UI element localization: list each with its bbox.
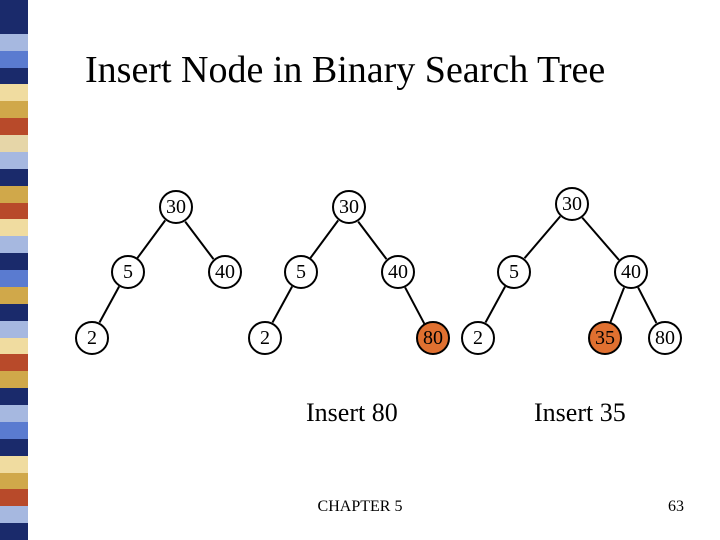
tree-node: 40: [614, 255, 648, 289]
stripe-segment: [0, 118, 28, 135]
tree-edge: [637, 287, 657, 324]
stripe-segment: [0, 388, 28, 405]
tree-node-label: 40: [215, 261, 235, 284]
stripe-segment: [0, 68, 28, 85]
tree-node-label: 30: [562, 193, 582, 216]
tree-node: 30: [159, 190, 193, 224]
tree-edge: [309, 219, 338, 258]
tree-edge: [404, 287, 425, 324]
tree-node-label: 5: [296, 261, 306, 284]
tree-edge: [271, 286, 292, 323]
stripe-segment: [0, 236, 28, 253]
stripe-segment: [0, 17, 28, 34]
tree-node: 30: [555, 187, 589, 221]
stripe-segment: [0, 0, 28, 17]
tree-caption: Insert 35: [534, 398, 626, 428]
footer-chapter: CHAPTER 5: [0, 498, 720, 516]
stripe-segment: [0, 101, 28, 118]
tree-node-label: 40: [388, 261, 408, 284]
tree-node-label: 35: [595, 327, 615, 350]
tree-node: 2: [461, 321, 495, 355]
tree-node-label: 30: [339, 196, 359, 219]
tree-node-label: 2: [260, 327, 270, 350]
tree-node-label: 30: [166, 196, 186, 219]
tree-node: 2: [75, 321, 109, 355]
stripe-segment: [0, 203, 28, 220]
tree-node: 5: [111, 255, 145, 289]
tree-node-label: 80: [423, 327, 443, 350]
stripe-segment: [0, 338, 28, 355]
stripe-segment: [0, 321, 28, 338]
tree-node: 5: [497, 255, 531, 289]
stripe-segment: [0, 422, 28, 439]
tree-node: 2: [248, 321, 282, 355]
tree-node: 40: [208, 255, 242, 289]
tree-edge: [185, 221, 215, 260]
tree-node-label: 5: [509, 261, 519, 284]
tree-edge: [98, 286, 119, 323]
tree-edge: [582, 217, 620, 261]
stripe-segment: [0, 439, 28, 456]
tree-node-label: 5: [123, 261, 133, 284]
tree-node: 30: [332, 190, 366, 224]
tree-node: 35: [588, 321, 622, 355]
tree-node-label: 80: [655, 327, 675, 350]
stripe-segment: [0, 169, 28, 186]
stripe-segment: [0, 456, 28, 473]
tree-node: 40: [381, 255, 415, 289]
tree-edge: [523, 216, 560, 259]
stripe-segment: [0, 270, 28, 287]
tree-edge: [136, 219, 165, 258]
stripe-segment: [0, 354, 28, 371]
stripe-segment: [0, 253, 28, 270]
stripe-segment: [0, 152, 28, 169]
tree-caption: Insert 80: [306, 398, 398, 428]
stripe-segment: [0, 371, 28, 388]
tree-edge: [484, 286, 505, 323]
tree-edge: [609, 287, 624, 322]
tree-node-label: 2: [87, 327, 97, 350]
decorative-stripe-bar: [0, 0, 28, 540]
tree-node-label: 40: [621, 261, 641, 284]
stripe-segment: [0, 186, 28, 203]
tree-node: 80: [416, 321, 450, 355]
tree-node: 5: [284, 255, 318, 289]
stripe-segment: [0, 84, 28, 101]
tree-edge: [358, 221, 388, 260]
stripe-segment: [0, 523, 28, 540]
tree-node: 80: [648, 321, 682, 355]
stripe-segment: [0, 304, 28, 321]
stripe-segment: [0, 405, 28, 422]
stripe-segment: [0, 287, 28, 304]
stripe-segment: [0, 135, 28, 152]
stripe-segment: [0, 34, 28, 51]
slide-title: Insert Node in Binary Search Tree: [85, 48, 605, 92]
stripe-segment: [0, 219, 28, 236]
tree-node-label: 2: [473, 327, 483, 350]
footer-page-number: 63: [668, 498, 684, 516]
stripe-segment: [0, 473, 28, 490]
stripe-segment: [0, 51, 28, 68]
